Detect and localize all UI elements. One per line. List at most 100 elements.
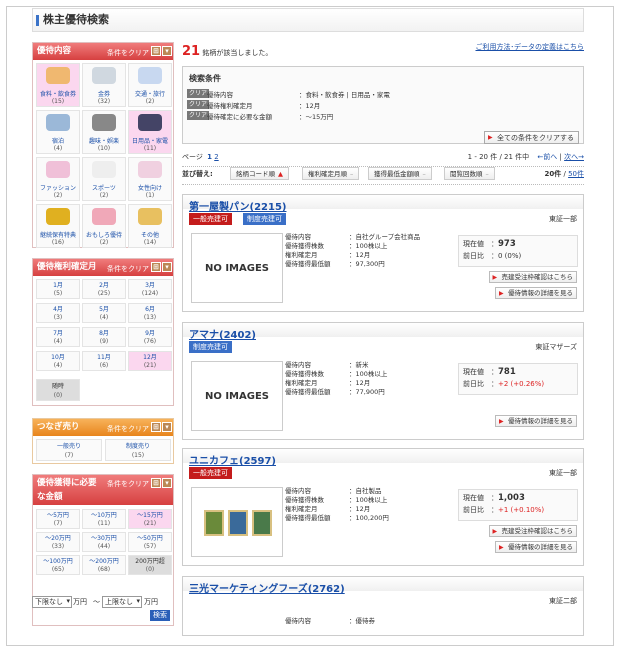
month-option[interactable]: 11月 (6) [82, 351, 126, 371]
month-option-anytime[interactable]: 随時 (0) [36, 379, 80, 401]
benefit-option[interactable]: 女性向け (1) [128, 157, 172, 201]
benefit-info: 優待内容 ：自社グループ会社商品 優待獲得株数 ：100株以上 権利確定月 ：12月 優待獲… [285, 233, 420, 269]
search-button[interactable]: 検索 [150, 610, 170, 621]
amount-clear-link[interactable]: 条件をクリア [107, 477, 149, 491]
amount-option[interactable]: 200万円超 (0) [128, 555, 172, 575]
benefit-thumbnail-icon [46, 67, 70, 84]
product-package-icon [204, 510, 224, 536]
sort-neutral-icon: – [350, 170, 354, 178]
sort-option-button[interactable]: 銘柄コード順 ▲ [230, 167, 289, 180]
tsunagi-option[interactable]: 制度売り (15) [105, 439, 171, 461]
tsunagi-clear-link[interactable]: 条件をクリア [107, 421, 149, 438]
benefit-option[interactable]: ファッション (2) [36, 157, 80, 201]
tsunagi-option[interactable]: 一般売り (7) [36, 439, 102, 461]
condition-key: 優待内容 [207, 91, 233, 99]
month-option[interactable]: 3月 (124) [128, 279, 172, 299]
benefit-option[interactable]: 宿泊 (4) [36, 110, 80, 154]
prev-link[interactable]: ←前へ [537, 153, 557, 161]
collapse-icon[interactable]: ▾ [162, 46, 172, 56]
stock-name-link[interactable]: ユニカフェ(2597) [189, 452, 276, 467]
pager-left: ページ 1 2 [182, 152, 219, 162]
collapse-icon[interactable]: ▾ [162, 478, 172, 488]
benefit-option-count: (2) [53, 192, 63, 199]
short-sell-check-button[interactable]: 売建受注枠確認はこちら [488, 525, 577, 537]
amount-option[interactable]: ～50万円 (57) [128, 532, 172, 552]
benefit-option[interactable]: 交通・旅行 (2) [128, 63, 172, 107]
benefit-option[interactable]: スポーツ (2) [82, 157, 126, 201]
benefit-option[interactable]: 継続保有特典 (16) [36, 204, 80, 248]
help-link[interactable]: ご利用方法･データの定義はこちら [476, 42, 585, 52]
benefit-option[interactable]: 日用品・家電 (11) [128, 110, 172, 154]
benefit-thumbnail-icon [92, 114, 116, 131]
month-option[interactable]: 9月 (76) [128, 327, 172, 347]
amount-option[interactable]: ～15万円 (21) [128, 509, 172, 529]
benefit-detail-button[interactable]: 優待情報の詳細を見る [495, 287, 577, 299]
stock-name-link[interactable]: 第一屋製パン(2215) [189, 198, 286, 213]
benefit-thumbnail-icon [138, 114, 162, 131]
expand-icon[interactable]: ⊞ [151, 478, 161, 488]
collapse-icon[interactable]: ▾ [162, 262, 172, 272]
sort-option-button[interactable]: 権利確定月順 – [302, 167, 360, 180]
page-1[interactable]: 1 [207, 153, 212, 161]
per-page-20[interactable]: 20件 [545, 170, 562, 178]
per-page-50-link[interactable]: 50件 [568, 170, 584, 178]
benefit-option[interactable]: おもしろ優待 (2) [82, 204, 126, 248]
sort-option-button[interactable]: 閲覧回数順 – [444, 167, 495, 180]
benefit-option[interactable]: 食料・飲食券 (15) [36, 63, 80, 107]
month-option[interactable]: 2月 (25) [82, 279, 126, 299]
stock-name-link[interactable]: アマナ(2402) [189, 326, 256, 341]
stock-name-link[interactable]: 三光マーケティングフーズ(2762) [189, 580, 345, 595]
amount-option[interactable]: ～10万円 (11) [82, 509, 126, 529]
benefit-detail-button[interactable]: 優待情報の詳細を見る [495, 541, 577, 553]
amount-option-count: (68) [97, 566, 111, 573]
tsunagi-header: つなぎ売り 条件をクリア ⊞ ▾ [33, 419, 173, 436]
month-option[interactable]: 6月 (13) [128, 303, 172, 323]
sort-neutral-icon: – [422, 170, 426, 178]
amount-option-count: (11) [97, 520, 111, 527]
min-amount-select[interactable]: 下限なし ▾ [32, 596, 72, 608]
condition-clear-button[interactable]: クリア [187, 89, 210, 98]
month-option[interactable]: 12月 (21) [128, 351, 172, 371]
next-link[interactable]: 次へ→ [564, 153, 584, 161]
amount-option-label: ～5万円 [47, 512, 69, 519]
benefit-clear-link[interactable]: 条件をクリア [107, 45, 149, 62]
month-option[interactable]: 5月 (4) [82, 303, 126, 323]
amount-option[interactable]: ～20万円 (33) [36, 532, 80, 552]
month-option[interactable]: 10月 (4) [36, 351, 80, 371]
expand-icon[interactable]: ⊞ [151, 422, 161, 432]
benefit-option[interactable]: 金券 (32) [82, 63, 126, 107]
expand-icon[interactable]: ⊞ [151, 262, 161, 272]
amount-option[interactable]: ～30万円 (44) [82, 532, 126, 552]
condition-value: ：12月 [299, 102, 321, 110]
anytime-label: 随時 [51, 383, 64, 390]
collapse-icon[interactable]: ▾ [162, 422, 172, 432]
benefit-option[interactable]: 趣味・娯楽 (10) [82, 110, 126, 154]
month-option[interactable]: 7月 (4) [36, 327, 80, 347]
amount-option[interactable]: ～200万円 (68) [82, 555, 126, 575]
benefit-detail-button[interactable]: 優待情報の詳細を見る [495, 415, 577, 427]
month-option-label: 6月 [145, 306, 155, 313]
month-option-count: (4) [99, 314, 109, 321]
month-option[interactable]: 1月 (5) [36, 279, 80, 299]
short-sell-check-button[interactable]: 売建受注枠確認はこちら [488, 271, 577, 283]
amount-option[interactable]: ～5万円 (7) [36, 509, 80, 529]
clear-all-button[interactable]: ▶ 全ての条件をクリアする [484, 131, 579, 144]
general-short-tag: 一般売建可 [189, 213, 232, 225]
month-option[interactable]: 8月 (9) [82, 327, 126, 347]
benefit-option-count: (10) [97, 145, 111, 152]
benefit-image: NO IMAGES [191, 233, 283, 303]
month-option[interactable]: 4月 (3) [36, 303, 80, 323]
month-clear-link[interactable]: 条件をクリア [107, 261, 149, 278]
condition-clear-button[interactable]: クリア [187, 111, 210, 120]
page-2-link[interactable]: 2 [214, 153, 218, 161]
amount-option-label: ～50万円 [137, 535, 163, 542]
expand-icon[interactable]: ⊞ [151, 46, 161, 56]
benefit-option[interactable]: その他 (14) [128, 204, 172, 248]
benefit-option-count: (2) [99, 239, 109, 246]
condition-clear-button[interactable]: クリア [187, 100, 210, 109]
amount-option[interactable]: ～100万円 (65) [36, 555, 80, 575]
max-amount-select[interactable]: 上限なし ▾ [102, 596, 142, 608]
month-option-label: 12月 [143, 354, 157, 361]
sort-option-button[interactable]: 獲得最低金額順 – [368, 167, 432, 180]
price-value: 781 [498, 367, 516, 377]
